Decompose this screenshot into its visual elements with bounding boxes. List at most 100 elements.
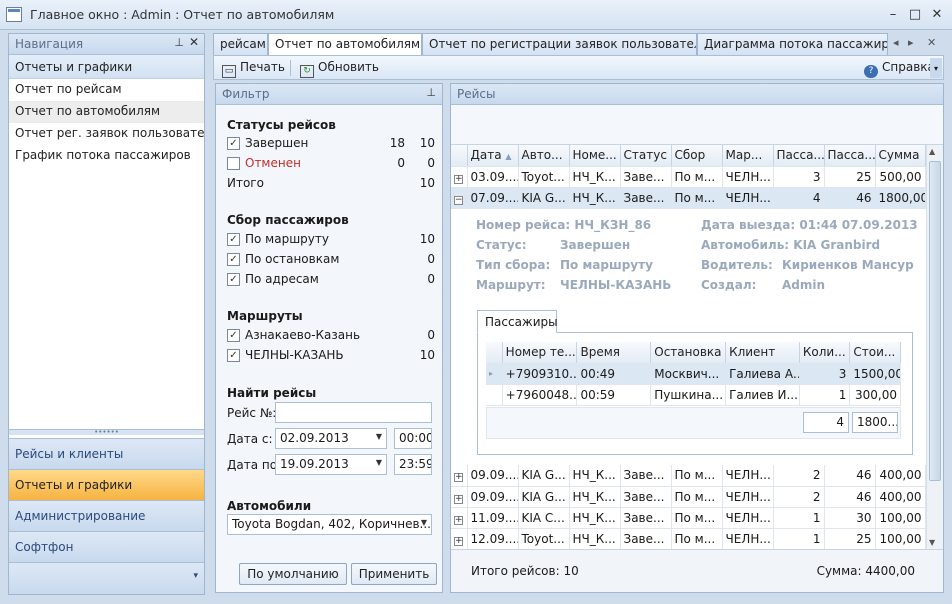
refresh-icon: ↻ (300, 65, 314, 78)
table-row[interactable]: + 12.09.... Toyot... НЧ_К... Заве... По м...… (451, 528, 926, 550)
column-header-stop[interactable]: Остановка (650, 342, 727, 364)
tab-cars-report[interactable]: Отчет по автомобилям✕ (268, 33, 422, 56)
date-to-value: 19.09.2013 (280, 457, 349, 471)
column-header-time[interactable]: Время (576, 342, 652, 364)
detail-label: Дата выезда: (701, 218, 796, 232)
navigation-title: Навигация (15, 37, 84, 51)
status-cancelled-checkbox[interactable] (227, 157, 240, 170)
status-completed-checkbox[interactable]: ✓ (227, 137, 240, 150)
column-header-cost[interactable]: Стои... (849, 342, 901, 364)
table-row-selected[interactable]: ▸ +7909310... 00:49 Москвич... Галиева А...… (486, 363, 901, 385)
trips-scrollbar[interactable]: ▲ ▼ (926, 145, 943, 549)
expand-row-icon[interactable]: + (454, 473, 463, 483)
refresh-button[interactable]: ↻ Обновить (296, 59, 383, 78)
column-header-phone[interactable]: Номер те... (502, 342, 578, 364)
nav-section-reports[interactable]: Отчеты и графики (9, 469, 204, 500)
table-row[interactable]: + 03.09.... Toyot... НЧ_К... Заве... По м...… (451, 166, 926, 188)
navigation-header: Навигация ⊥ ✕ (9, 34, 204, 55)
table-row-selected[interactable]: − 07.09.... KIA G... НЧ_К... Заве... По м...… (451, 187, 926, 209)
column-header-route[interactable]: Мар... (722, 145, 774, 167)
toolbar-overflow-icon[interactable]: ▾ (930, 58, 942, 78)
nav-item-registrations-report[interactable]: Отчет рег. заявок пользователями (9, 123, 204, 145)
column-header-status[interactable]: Статус (620, 145, 672, 167)
tab-scroll-right-icon[interactable]: ▸ (908, 36, 914, 49)
column-header-number[interactable]: Номе... (569, 145, 621, 167)
summary-cost: 1800... (852, 412, 898, 433)
expand-row-icon[interactable]: + (454, 515, 463, 525)
column-header-car[interactable]: Авто... (518, 145, 570, 167)
pickup-stops-checkbox[interactable]: ✓ (227, 253, 240, 266)
table-row[interactable]: + 09.09.... KIA G... НЧ_К... Заве... По м...… (451, 486, 926, 508)
group-by-area (451, 105, 943, 145)
route-label: Азнакаево-Казань (245, 328, 361, 342)
cell: НЧ_К... (569, 465, 621, 487)
close-window-button[interactable]: ✕ (928, 6, 946, 24)
tab-registrations-report[interactable]: Отчет по регистрации заявок пользователя… (422, 33, 697, 55)
nav-section-trips-clients[interactable]: Рейсы и клиенты (9, 438, 204, 469)
nav-section-softphone[interactable]: Софтфон (9, 531, 204, 562)
tab-close-all-icon[interactable]: ✕ (927, 36, 936, 49)
scroll-down-icon[interactable]: ▼ (929, 538, 935, 547)
tab-passengers[interactable]: Пассажиры (477, 310, 558, 333)
pickup-address-checkbox[interactable]: ✓ (227, 273, 240, 286)
help-button[interactable]: ? Справка (860, 59, 939, 78)
tab-passenger-flow[interactable]: Диаграмма потока пассажиров (697, 33, 888, 55)
expand-row-icon[interactable]: + (454, 174, 463, 184)
route-aznakaevo-checkbox[interactable]: ✓ (227, 329, 240, 342)
table-row[interactable]: +7960048... 00:59 Пушкина... Галиев И... 1 30… (486, 384, 901, 406)
pin-icon[interactable]: ⊥ (174, 36, 184, 49)
nav-splitter[interactable]: •••••• (9, 429, 204, 436)
minimize-button[interactable]: – (884, 6, 902, 24)
pickup-route-checkbox[interactable]: ✓ (227, 233, 240, 246)
scrollbar-thumb[interactable] (929, 161, 941, 481)
print-button[interactable]: ▭ Печать (218, 59, 289, 78)
maximize-button[interactable]: □ (906, 6, 924, 24)
table-row[interactable]: + 09.09.... KIA G... НЧ_К... Заве... По м...… (451, 465, 926, 487)
expand-row-icon[interactable]: + (454, 536, 463, 546)
column-header-client[interactable]: Клиент (725, 342, 800, 364)
close-icon[interactable]: ✕ (189, 35, 199, 49)
table-row[interactable]: + 11.09.... KIA C... НЧ_К... Заве... По м...… (451, 507, 926, 529)
cell: 46 (824, 465, 876, 487)
cell: Заве... (620, 166, 672, 188)
column-header-date[interactable]: Дата ▲ (467, 145, 519, 167)
trip-number-input[interactable] (275, 402, 432, 423)
apply-button[interactable]: Применить (351, 563, 437, 585)
route-chelny-row: ✓ ЧЕЛНЫ-КАЗАНЬ 10 (227, 348, 435, 366)
route-chelny-checkbox[interactable]: ✓ (227, 349, 240, 362)
status-count-total: 0 (397, 156, 405, 170)
expand-row-icon[interactable]: + (454, 494, 463, 504)
scroll-up-icon[interactable]: ▲ (929, 147, 935, 156)
tab-scroll-left-icon[interactable]: ◂ (893, 36, 899, 49)
cell: 09.09.... (467, 465, 519, 487)
nav-overflow-chevron-icon[interactable]: ▾ (9, 562, 204, 594)
pickup-count: 10 (419, 232, 435, 246)
pickup-title: Сбор пассажиров (227, 213, 349, 227)
tab-trips-report[interactable]: рейсам (213, 33, 268, 55)
nav-item-trips-report[interactable]: Отчет по рейсам (9, 79, 204, 101)
title-bar: Главное окно : Admin : Отчет по автомоби… (0, 0, 952, 30)
column-header-seats[interactable]: Пасса... (824, 145, 876, 167)
nav-section-administration[interactable]: Администрирование (9, 500, 204, 531)
cars-dropdown[interactable]: Toyota Bogdan, 402, Коричнев... ▼ (227, 514, 432, 535)
date-to-picker[interactable]: 19.09.2013 ▼ (275, 454, 387, 475)
time-to-input[interactable]: 23:59 (394, 454, 432, 475)
trips-grid: Дата ▲ Авто... Номе... Статус Сбор Мар..… (451, 145, 926, 209)
pickup-address-row: ✓ По адресам 0 (227, 272, 435, 290)
detail-value: 01:44 07.09.2013 (799, 218, 918, 232)
cell: 46 (824, 486, 876, 508)
collapse-row-icon[interactable]: − (454, 195, 463, 205)
column-header-sum[interactable]: Сумма (875, 145, 926, 167)
time-from-input[interactable]: 00:00 (394, 428, 432, 449)
pickup-label: По маршруту (245, 232, 329, 246)
nav-item-passenger-flow[interactable]: График потока пассажиров (9, 145, 204, 167)
column-header-quantity[interactable]: Коли... (799, 342, 851, 364)
default-button[interactable]: По умолчанию (239, 563, 347, 585)
column-header-pickup[interactable]: Сбор (671, 145, 723, 167)
date-from-picker[interactable]: 02.09.2013 ▼ (275, 428, 387, 449)
column-header-passengers[interactable]: Пасса... (773, 145, 825, 167)
cell: ЧЕЛН... (722, 187, 774, 209)
pin-icon[interactable]: ⊥ (426, 86, 436, 99)
nav-item-cars-report[interactable]: Отчет по автомобилям (9, 101, 204, 123)
cell: 09.09.... (467, 486, 519, 508)
